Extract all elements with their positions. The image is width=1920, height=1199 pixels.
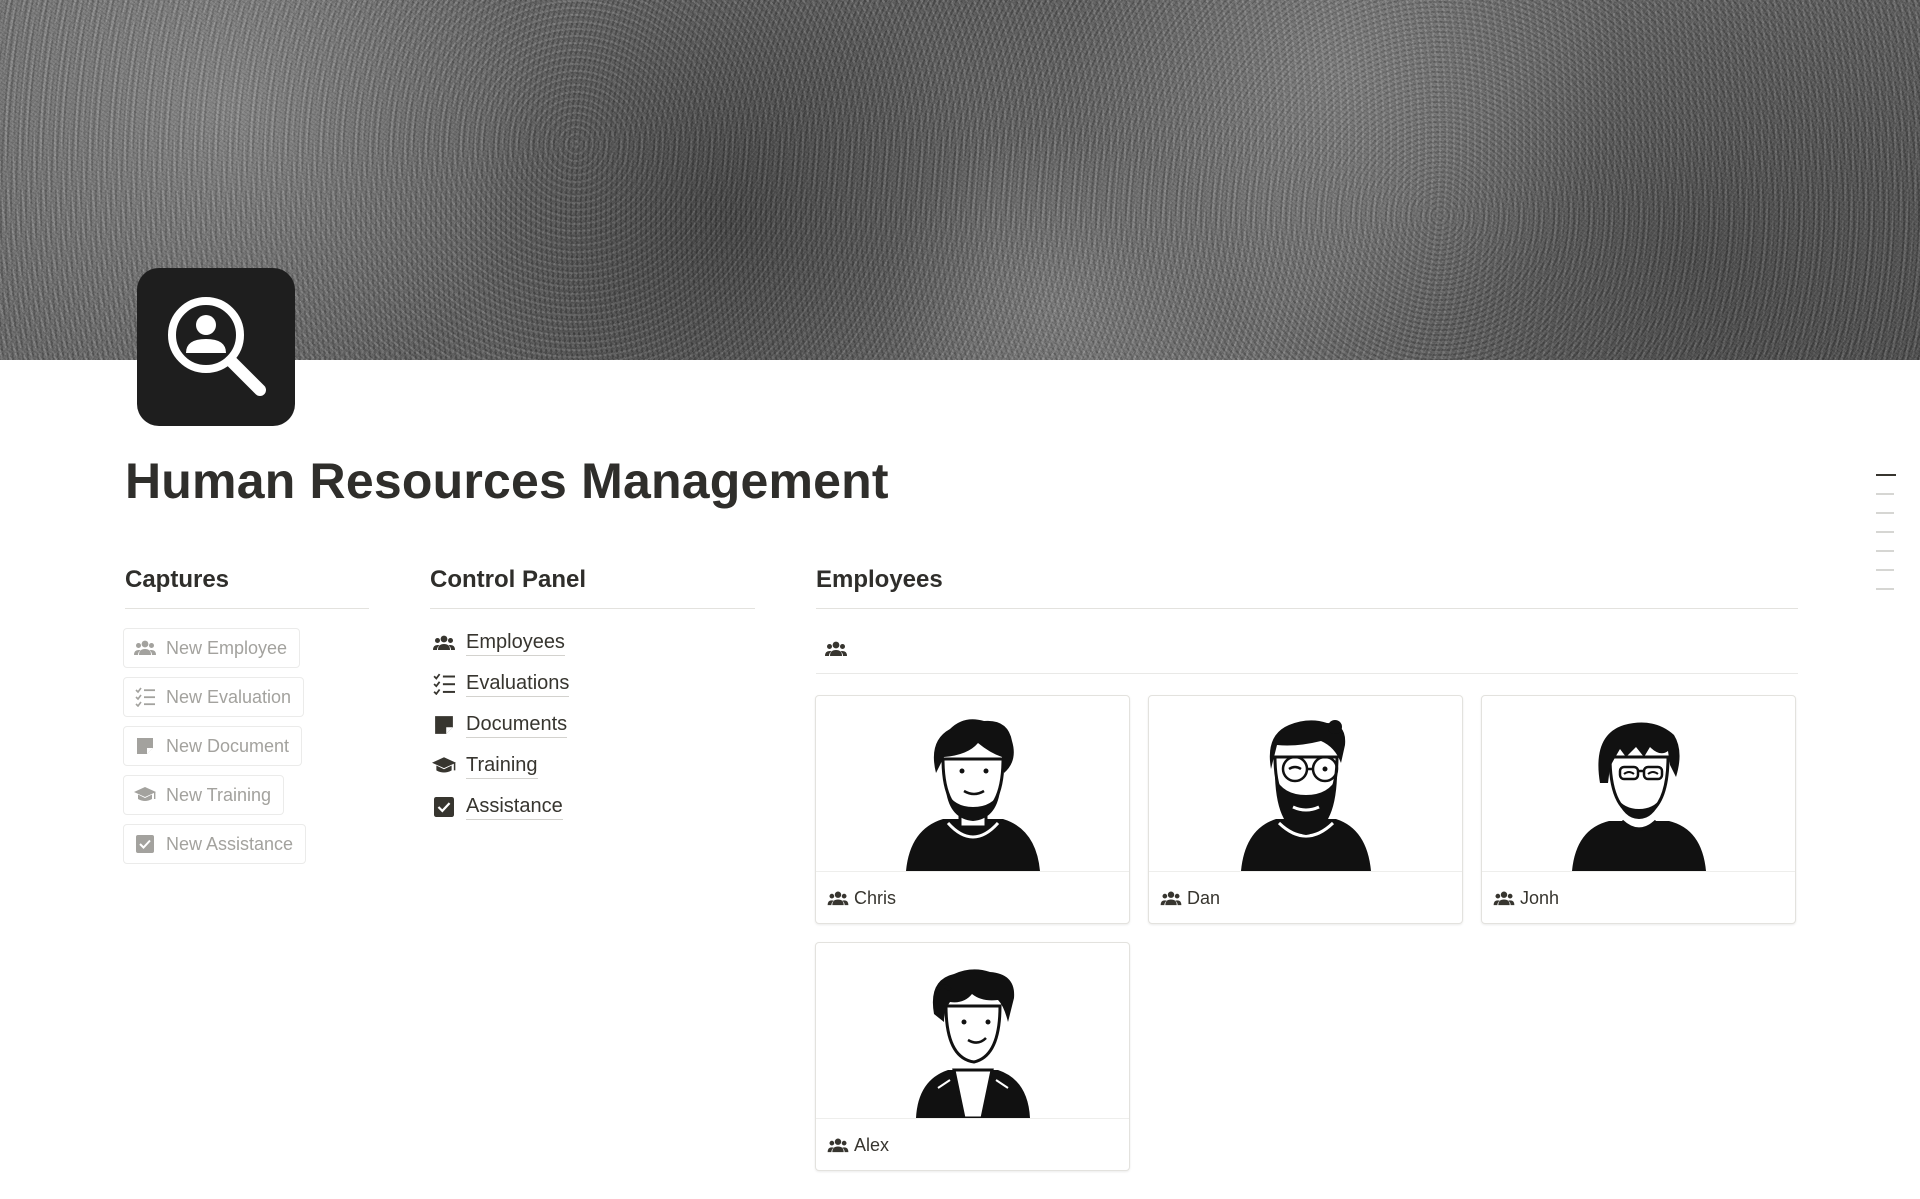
- people-icon: [432, 631, 456, 655]
- button-label: New Training: [166, 784, 272, 805]
- employees-link[interactable]: Employees: [432, 628, 565, 658]
- note-icon: [134, 735, 156, 757]
- toc-line[interactable]: [1876, 531, 1894, 533]
- toc-line[interactable]: [1876, 512, 1894, 514]
- assistance-link[interactable]: Assistance: [432, 792, 563, 822]
- link-label: Training: [466, 754, 538, 779]
- employee-name: Jonh: [1520, 887, 1560, 908]
- control-panel-heading: Control Panel: [430, 566, 755, 609]
- button-label: New Employee: [166, 637, 288, 658]
- employee-card-chris[interactable]: Chris: [815, 695, 1130, 924]
- new-document-button[interactable]: New Document: [123, 726, 303, 766]
- gallery-view-tab[interactable]: [816, 630, 1798, 674]
- captures-heading: Captures: [125, 566, 369, 609]
- people-icon: [134, 637, 156, 659]
- toc-line[interactable]: [1876, 474, 1896, 476]
- link-label: Employees: [466, 631, 565, 656]
- people-icon: [827, 887, 849, 909]
- button-label: New Document: [166, 735, 290, 756]
- avatar-glasses-fringe: [1482, 696, 1795, 872]
- link-label: Evaluations: [466, 672, 570, 697]
- avatar-quiff-jacket: [816, 943, 1129, 1119]
- graduation-cap-icon: [432, 754, 456, 778]
- button-label: New Assistance: [166, 833, 294, 854]
- people-icon: [827, 1134, 849, 1156]
- toc-line[interactable]: [1876, 569, 1894, 571]
- checkbox-icon: [134, 833, 156, 855]
- page-title: Human Resources Management: [125, 453, 889, 509]
- table-of-contents[interactable]: [1876, 474, 1896, 607]
- toc-line[interactable]: [1876, 588, 1894, 590]
- new-assistance-button[interactable]: New Assistance: [123, 824, 307, 864]
- employee-name: Dan: [1187, 887, 1221, 908]
- graduation-cap-icon: [134, 784, 156, 806]
- employee-name: Alex: [854, 1134, 890, 1155]
- evaluations-link[interactable]: Evaluations: [432, 669, 570, 699]
- avatar-curly-beard: [816, 696, 1129, 872]
- toc-line[interactable]: [1876, 493, 1894, 495]
- person-search-icon[interactable]: [137, 268, 295, 426]
- people-icon: [824, 640, 848, 663]
- employee-name: Chris: [854, 887, 897, 908]
- people-icon: [1160, 887, 1182, 909]
- new-training-button[interactable]: New Training: [123, 775, 285, 815]
- new-employee-button[interactable]: New Employee: [123, 628, 301, 668]
- employee-card-alex[interactable]: Alex: [815, 942, 1130, 1171]
- link-label: Documents: [466, 713, 568, 738]
- documents-link[interactable]: Documents: [432, 710, 568, 740]
- note-icon: [432, 713, 456, 737]
- training-link[interactable]: Training: [432, 751, 538, 781]
- new-evaluation-button[interactable]: New Evaluation: [123, 677, 305, 717]
- checklist-icon: [134, 686, 156, 708]
- link-label: Assistance: [466, 795, 563, 820]
- checkbox-icon: [432, 795, 456, 819]
- people-icon: [1493, 887, 1515, 909]
- checklist-icon: [432, 672, 456, 696]
- avatar-glasses-beard: [1149, 696, 1462, 872]
- toc-line[interactable]: [1876, 550, 1894, 552]
- employee-card-jonh[interactable]: Jonh: [1481, 695, 1796, 924]
- button-label: New Evaluation: [166, 686, 292, 707]
- employee-card-dan[interactable]: Dan: [1148, 695, 1463, 924]
- employees-heading: Employees: [816, 566, 1798, 609]
